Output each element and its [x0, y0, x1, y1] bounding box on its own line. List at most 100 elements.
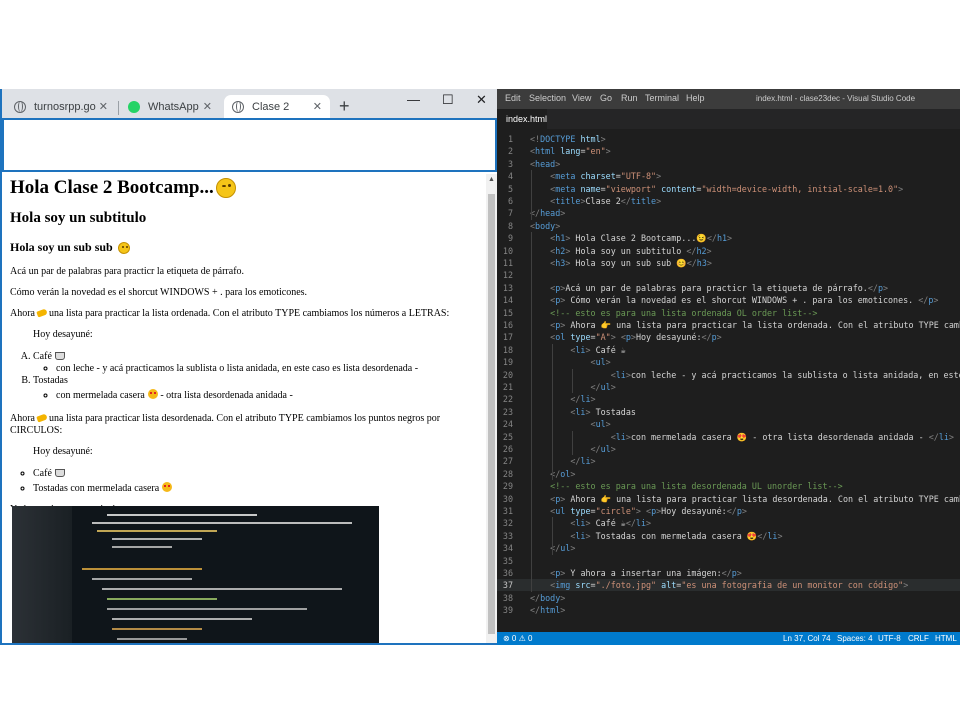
code-line[interactable]: 6 <title>Clase 2</title>: [497, 195, 960, 207]
line-number: 36: [502, 568, 513, 578]
code-text: <!DOCTYPE html>: [530, 134, 606, 144]
menu-selection[interactable]: Selection: [529, 93, 566, 103]
code-line[interactable]: 28 </ol>: [497, 468, 960, 480]
language-mode[interactable]: HTML: [935, 634, 957, 643]
nested-list: con mermelada casera - otra lista desord…: [33, 389, 486, 402]
code-line[interactable]: 5 <meta name="viewport" content="width=d…: [497, 183, 960, 195]
window-close-icon[interactable]: ✕: [476, 92, 487, 108]
code-line[interactable]: 32 <li> Café ☕</li>: [497, 517, 960, 529]
code-line[interactable]: 4 <meta charset="UTF-8">: [497, 170, 960, 182]
heart-eyes-emoji-icon: [162, 482, 173, 492]
code-line[interactable]: 9 <h1> Hola Clase 2 Bootcamp...😉</h1>: [497, 232, 960, 244]
code-line[interactable]: 25 <li>con mermelada casera 😍 - otra lis…: [497, 431, 960, 443]
menu-run[interactable]: Run: [621, 93, 638, 103]
code-line[interactable]: 21 </ul>: [497, 381, 960, 393]
list-item-text: Café: [33, 468, 52, 479]
new-tab-icon[interactable]: +: [339, 96, 350, 117]
code-line[interactable]: 18 <li> Café ☕: [497, 344, 960, 356]
code-line[interactable]: 39 </html>: [497, 604, 960, 616]
code-text: </body>: [530, 592, 566, 603]
code-line[interactable]: 14 <p> Cómo verán la novedad es el shorc…: [497, 294, 960, 306]
code-line[interactable]: 15 <!-- esto es para una lista ordenada …: [497, 307, 960, 319]
paragraph-text: Ahora: [10, 413, 35, 424]
wink-emoji-icon: [215, 178, 236, 198]
menu-help[interactable]: Help: [686, 93, 705, 103]
paragraph-ordered-intro: Ahora una lista para practicar la lista o…: [10, 308, 486, 320]
code-text: <body>: [530, 220, 561, 231]
code-editor[interactable]: 1 <!DOCTYPE html> 2 <html lang="en"> 3 <head>…: [497, 129, 960, 632]
code-line[interactable]: 10 <h2> Hola soy un subtitulo </h2>: [497, 245, 960, 257]
tab-clase-2[interactable]: Clase 2 ✕: [224, 95, 330, 118]
code-text: <p> Cómo verán la novedad es el shorcut …: [550, 295, 939, 306]
code-line[interactable]: 34 </ul>: [497, 542, 960, 554]
code-text: </html>: [530, 605, 566, 616]
code-text: <li> Café ☕: [570, 344, 626, 355]
code-line[interactable]: 19 <ul>: [497, 356, 960, 368]
code-line[interactable]: 24 <ul>: [497, 418, 960, 430]
line-number: 32: [502, 518, 513, 529]
list-item-text: Café: [33, 351, 52, 362]
list-item: con leche - y acá practicamos la sublist…: [56, 363, 486, 375]
minimize-icon[interactable]: —: [407, 92, 420, 107]
tab-index-html[interactable]: index.html: [497, 109, 547, 129]
menu-terminal[interactable]: Terminal: [645, 93, 679, 103]
code-line[interactable]: 29 <!-- esto es para una lista desordena…: [497, 480, 960, 492]
scrollbar-thumb[interactable]: [488, 194, 495, 634]
code-line[interactable]: 17 <ol type="A"> <p>Hoy desayuné:</p>: [497, 331, 960, 343]
code-line[interactable]: 16 <p> Ahora 👉 una lista para practicar …: [497, 319, 960, 331]
cursor-position[interactable]: Ln 37, Col 74: [783, 634, 831, 643]
code-line[interactable]: 1 <!DOCTYPE html>: [497, 133, 960, 145]
scroll-up-icon[interactable]: ▲: [488, 176, 495, 183]
code-line[interactable]: 38 </body>: [497, 592, 960, 604]
line-ending[interactable]: CRLF: [908, 634, 929, 643]
code-line[interactable]: 26 </ul>: [497, 443, 960, 455]
tab-whatsapp[interactable]: WhatsApp ✕: [120, 95, 220, 118]
code-line[interactable]: 30 <p> Ahora 👉 una lista para practicar …: [497, 493, 960, 505]
indent-guide: [551, 517, 553, 555]
code-line[interactable]: 37 <img src="./foto.jpg" alt="es una fot…: [497, 579, 960, 592]
vscode-window: Edit Selection View Go Run Terminal Help…: [497, 89, 960, 645]
code-line[interactable]: 11 <h3> Hola soy un sub sub 😊</h3>: [497, 257, 960, 269]
code-line[interactable]: 7 </head>: [497, 207, 960, 219]
code-line[interactable]: 12: [497, 269, 960, 281]
code-text: <p> Y ahora a insertar una imágen:</p>: [550, 568, 742, 578]
close-icon[interactable]: ✕: [313, 100, 322, 113]
code-line[interactable]: 27 </li>: [497, 455, 960, 467]
close-icon[interactable]: ✕: [203, 100, 212, 113]
encoding[interactable]: UTF-8: [878, 634, 901, 643]
code-line[interactable]: 36 <p> Y ahora a insertar una imágen:</p…: [497, 567, 960, 579]
line-number: 17: [502, 332, 513, 343]
code-line[interactable]: 22 </li>: [497, 393, 960, 405]
page-scrollbar[interactable]: ▲: [486, 174, 497, 643]
coffee-icon: [54, 352, 65, 360]
code-line[interactable]: 33 <li> Tostadas con mermelada casera 😍<…: [497, 530, 960, 542]
code-text: </li>: [570, 394, 596, 405]
line-number: 4: [507, 171, 513, 182]
indent-guide: [572, 430, 573, 456]
menu-go[interactable]: Go: [600, 93, 612, 103]
indent-guide: [531, 170, 532, 220]
code-line[interactable]: 20 <li>con leche - y acá practicamos la …: [497, 369, 960, 381]
close-icon[interactable]: ✕: [99, 100, 108, 113]
menu-view[interactable]: View: [572, 93, 591, 103]
code-text: <h2> Hola soy un subtitulo </h2>: [550, 245, 712, 256]
code-line[interactable]: 8 <body>: [497, 220, 960, 232]
unordered-list: Hoy desayuné: Café Tostadas con mermelad…: [10, 446, 486, 495]
code-line[interactable]: 13 <p>Acá un par de palabras para practi…: [497, 282, 960, 294]
maximize-icon[interactable]: ☐: [442, 92, 454, 108]
heart-eyes-emoji-icon: [147, 389, 158, 399]
window-title: index.html - clase23dec - Visual Studio …: [756, 94, 916, 103]
browser-window: turnosrpp.gob ✕ WhatsApp ✕ Clase 2 ✕ + —…: [0, 89, 497, 645]
tab-turnosrpp[interactable]: turnosrpp.gob ✕: [6, 95, 116, 118]
menu-edit[interactable]: Edit: [505, 93, 521, 103]
code-line[interactable]: 35: [497, 555, 960, 567]
code-line[interactable]: 2 <html lang="en">: [497, 145, 960, 157]
line-number: 3: [507, 158, 513, 169]
code-line[interactable]: 31 <ul type="circle"> <p>Hoy desayuné:</…: [497, 505, 960, 517]
indentation[interactable]: Spaces: 4: [837, 634, 873, 643]
code-line[interactable]: 23 <li> Tostadas: [497, 406, 960, 418]
browser-toolbar: [2, 118, 497, 172]
list-item-text: Tostadas: [33, 375, 68, 386]
problems-indicator[interactable]: ⊗ 0 ⚠ 0: [503, 634, 532, 643]
code-line[interactable]: 3 <head>: [497, 158, 960, 170]
